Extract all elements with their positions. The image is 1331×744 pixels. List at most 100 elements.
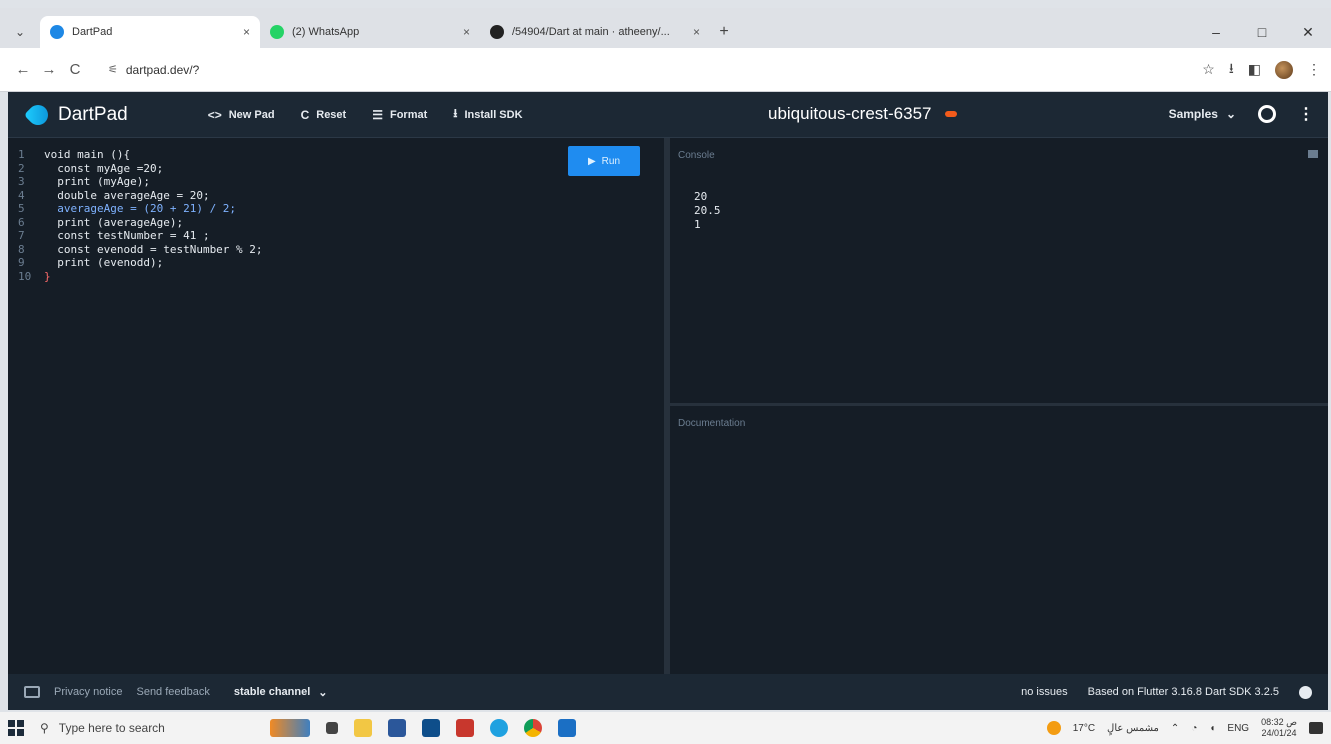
dartpad-header: DartPad <> New Pad C Reset ☰ Format ⭳ In…	[8, 92, 1328, 138]
clear-console-icon[interactable]	[1308, 150, 1318, 158]
line-number: 2	[18, 161, 25, 175]
code-editor[interactable]: ▶ Run 1 void main (){2 const myAge =20; 3 …	[8, 138, 664, 674]
github-icon[interactable]	[1258, 105, 1276, 123]
dartpad-app: DartPad <> New Pad C Reset ☰ Format ⭳ In…	[8, 92, 1328, 710]
reload-button[interactable]: C	[62, 61, 88, 78]
profile-avatar[interactable]	[1275, 60, 1293, 79]
clock-date: 24/01/24	[1261, 728, 1297, 738]
chevron-down-icon: ⌄	[318, 686, 328, 699]
tray-expand-icon[interactable]: ⌃	[1171, 723, 1179, 734]
samples-label: Samples	[1168, 107, 1218, 121]
console-label: Console	[678, 150, 715, 161]
refresh-icon: C	[300, 107, 310, 122]
edge-icon[interactable]	[490, 719, 508, 737]
send-feedback-link[interactable]: Send feedback	[136, 686, 209, 698]
code-lines[interactable]: 1 void main (){2 const myAge =20; 3 print …	[8, 148, 263, 283]
install-sdk-button[interactable]: ⭳ Install SDK	[453, 104, 522, 125]
tab-label: DartPad	[72, 26, 113, 38]
line-number: 1	[18, 148, 25, 161]
console-line: 20	[694, 190, 708, 203]
run-button[interactable]: ▶ Run	[568, 146, 640, 176]
keyboard-icon[interactable]	[24, 686, 40, 698]
code-line[interactable]: 7 const testNumber = 41 ;	[8, 229, 263, 243]
window-controls: – □ ✕	[1193, 16, 1331, 48]
dartpad-favicon-icon	[50, 25, 64, 39]
tab-close-icon[interactable]: ×	[243, 25, 250, 39]
chrome-icon[interactable]	[524, 719, 542, 737]
tab-close-icon[interactable]: ×	[693, 25, 700, 39]
console-panel: Console 20 20.5 1	[670, 138, 1328, 406]
format-button[interactable]: ☰ Format	[372, 104, 427, 125]
documentation-label: Documentation	[678, 418, 746, 429]
whatsapp-favicon-icon	[270, 25, 284, 39]
volume-icon[interactable]: ◖	[1209, 723, 1215, 734]
tab-close-icon[interactable]: ×	[463, 25, 470, 39]
new-tab-button[interactable]: +	[710, 16, 738, 48]
network-icon[interactable]: ◔	[1191, 723, 1197, 734]
code-line[interactable]: 8 const evenodd = testNumber % 2;	[8, 243, 263, 257]
url-input[interactable]: ⚟ dartpad.dev/?	[98, 55, 1108, 84]
line-number: 5	[18, 202, 25, 215]
tab-dartpad[interactable]: DartPad ×	[40, 16, 260, 48]
tab-github[interactable]: /54904/Dart at main · atheeny/... ×	[480, 16, 710, 48]
task-view-icon[interactable]	[326, 722, 338, 734]
line-number: 3	[18, 175, 25, 188]
news-widget-icon[interactable]	[270, 719, 310, 737]
dartpad-body: ▶ Run 1 void main (){2 const myAge =20; 3 …	[8, 138, 1328, 674]
weather-icon[interactable]	[1046, 721, 1061, 735]
code-line[interactable]: 3 print (myAge);	[8, 175, 263, 189]
maximize-button[interactable]: □	[1239, 24, 1285, 40]
site-info-icon[interactable]: ⚟	[108, 63, 118, 76]
word-icon[interactable]	[558, 719, 576, 737]
language-indicator[interactable]: ENG	[1227, 723, 1249, 734]
code-text: const testNumber = 41 ;	[44, 229, 210, 242]
code-line[interactable]: 1 void main (){	[8, 148, 263, 162]
info-icon[interactable]	[1299, 685, 1312, 699]
mail-icon[interactable]	[422, 719, 440, 737]
tab-search-icon[interactable]: ⌄	[0, 16, 40, 48]
code-line[interactable]: 6 print (averageAge);	[8, 216, 263, 230]
pad-name-text: ubiquitous-crest-6357	[768, 104, 932, 123]
code-line[interactable]: 9 print (evenodd);	[8, 256, 263, 270]
minimize-button[interactable]: –	[1193, 24, 1239, 40]
back-button[interactable]: ←	[10, 61, 36, 78]
code-line[interactable]: 4 double averageAge = 20;	[8, 189, 263, 203]
browser-menu-icon[interactable]: ⋮	[1307, 61, 1321, 78]
more-menu-icon[interactable]: ⋮	[1298, 104, 1314, 124]
format-lines-icon: ☰	[372, 107, 383, 122]
chevron-down-icon: ⌄	[1225, 107, 1236, 121]
code-line[interactable]: 2 const myAge =20;	[8, 162, 263, 176]
header-actions: <> New Pad C Reset ☰ Format ⭳ Install SD…	[208, 104, 523, 125]
channel-dropdown[interactable]: stable channel ⌄	[234, 686, 328, 699]
weather-text: مشمس عالٍ	[1107, 722, 1159, 734]
documentation-panel: Documentation	[670, 406, 1328, 674]
close-window-button[interactable]: ✕	[1285, 24, 1331, 41]
code-text: const myAge =20;	[44, 161, 164, 175]
reset-button[interactable]: C Reset	[301, 104, 347, 125]
download-icon[interactable]: ⭳	[1229, 58, 1234, 82]
issues-status: no issues	[1021, 686, 1068, 698]
clock[interactable]: 08:32 ص 24/01/24	[1261, 717, 1297, 739]
code-line[interactable]: 5 averageAge = (20 + 21) / 2;	[8, 202, 263, 216]
side-panel-icon[interactable]: ◧	[1248, 61, 1261, 78]
code-line[interactable]: 10}	[8, 270, 263, 284]
office-icon[interactable]	[456, 719, 474, 737]
url-text: dartpad.dev/?	[125, 62, 200, 77]
notifications-icon[interactable]	[1309, 722, 1323, 734]
privacy-notice-link[interactable]: Privacy notice	[54, 686, 122, 698]
windows-taskbar: ⚲ Type here to search 17°C مشمس عالٍ ⌃ ◔…	[0, 712, 1331, 744]
store-icon[interactable]	[388, 719, 406, 737]
button-label: Install SDK	[464, 108, 523, 121]
new-pad-button[interactable]: <> New Pad	[208, 104, 275, 125]
tab-whatsapp[interactable]: (2) WhatsApp ×	[260, 16, 480, 48]
forward-button[interactable]: →	[36, 61, 62, 78]
line-number: 4	[18, 188, 25, 202]
samples-dropdown[interactable]: Samples ⌄	[1169, 107, 1236, 121]
file-explorer-icon[interactable]	[354, 719, 372, 737]
bookmark-star-icon[interactable]: ☆	[1202, 61, 1215, 78]
taskbar-search[interactable]: ⚲ Type here to search	[40, 716, 240, 740]
windows-start-icon[interactable]	[8, 720, 24, 736]
line-number: 10	[18, 269, 32, 283]
weather-temp[interactable]: 17°C	[1073, 723, 1095, 734]
browser-tab-bar: ⌄ DartPad × (2) WhatsApp × /54904/Dart a…	[0, 8, 1331, 48]
